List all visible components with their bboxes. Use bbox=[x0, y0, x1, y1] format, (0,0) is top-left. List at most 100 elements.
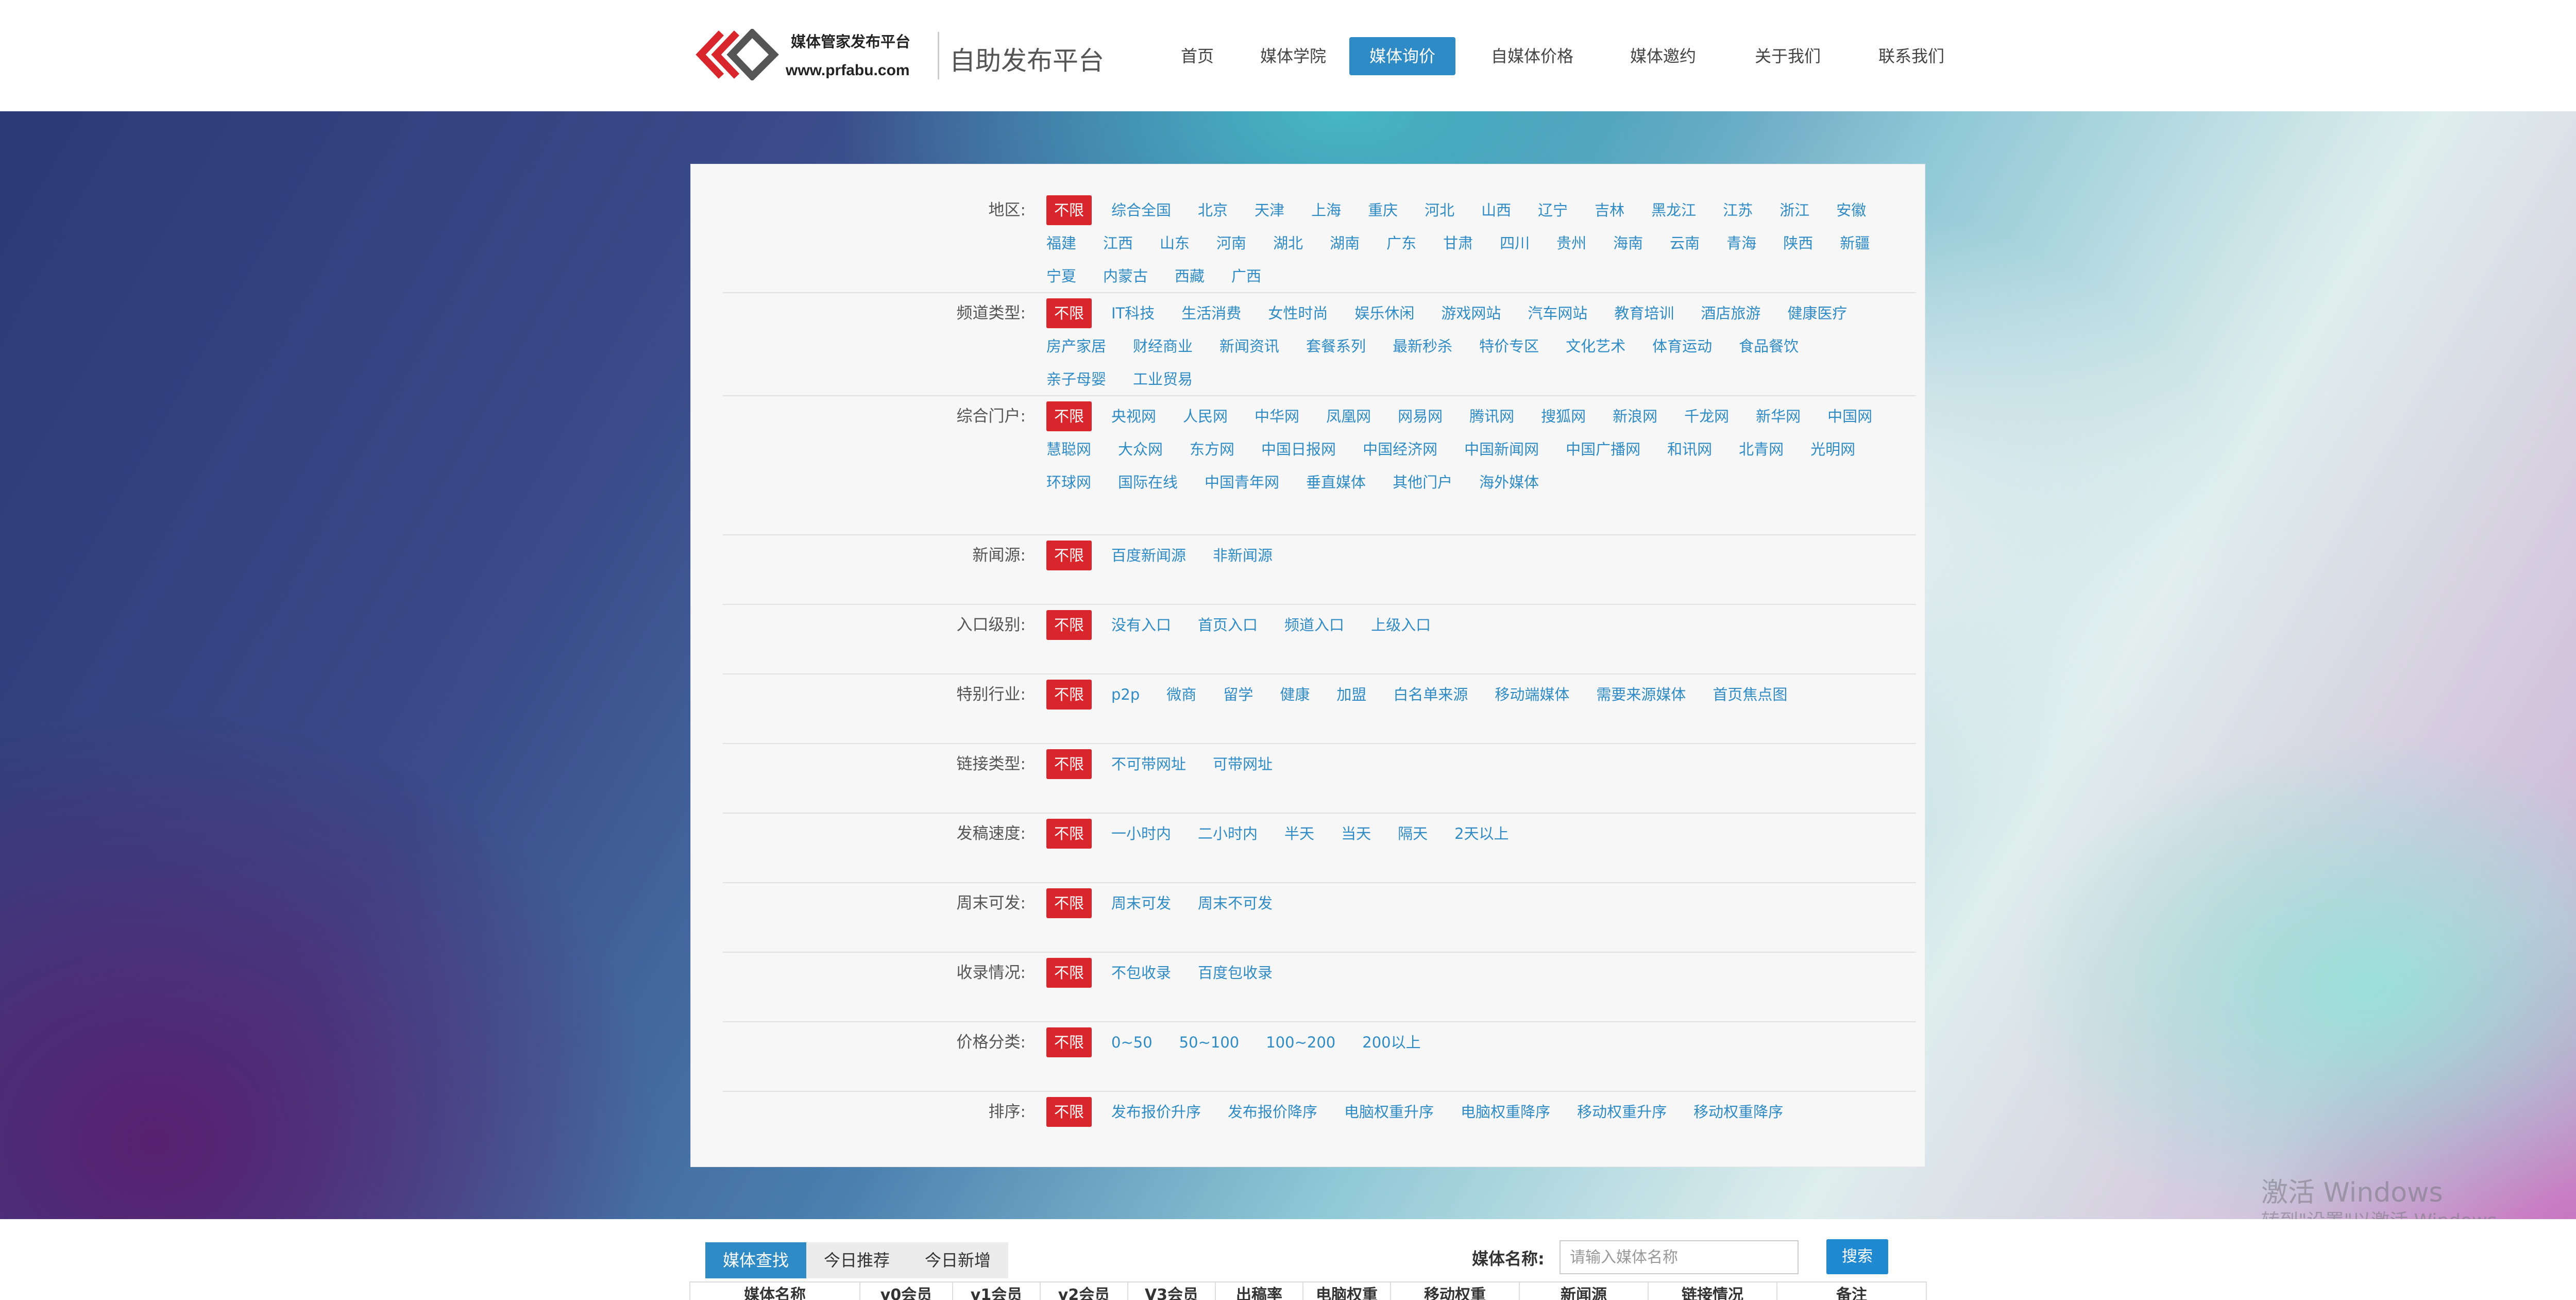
filter-option[interactable]: 四川 bbox=[1500, 227, 1530, 260]
filter-option[interactable]: 上海 bbox=[1311, 194, 1341, 227]
filter-option[interactable]: 中国新闻网 bbox=[1464, 433, 1539, 466]
filter-option[interactable]: 首页入口 bbox=[1198, 609, 1258, 641]
filter-option[interactable]: 游戏网站 bbox=[1441, 297, 1501, 330]
filter-option[interactable]: 垂直媒体 bbox=[1306, 466, 1366, 499]
filter-option-selected[interactable]: 不限 bbox=[1046, 541, 1092, 570]
filter-option[interactable]: 国际在线 bbox=[1118, 466, 1178, 499]
filter-option[interactable]: 北青网 bbox=[1739, 433, 1784, 466]
filter-option[interactable]: 百度包收录 bbox=[1198, 956, 1273, 989]
filter-option[interactable]: 当天 bbox=[1341, 817, 1371, 850]
search-button[interactable]: 搜索 bbox=[1826, 1239, 1888, 1274]
filter-option[interactable]: 工业贸易 bbox=[1133, 363, 1193, 396]
filter-option[interactable]: 东方网 bbox=[1190, 433, 1234, 466]
filter-option[interactable]: 200以上 bbox=[1362, 1026, 1420, 1059]
filter-option-selected[interactable]: 不限 bbox=[1046, 958, 1092, 988]
filter-option[interactable]: 不包收录 bbox=[1111, 956, 1171, 989]
filter-option[interactable]: 湖北 bbox=[1273, 227, 1303, 260]
filter-option[interactable]: 环球网 bbox=[1046, 466, 1091, 499]
filter-option[interactable]: p2p bbox=[1111, 678, 1140, 711]
filter-option[interactable]: 重庆 bbox=[1368, 194, 1398, 227]
filter-option[interactable]: 青海 bbox=[1726, 227, 1756, 260]
filter-option[interactable]: 女性时尚 bbox=[1268, 297, 1328, 330]
filter-option[interactable]: 50~100 bbox=[1179, 1026, 1240, 1059]
filter-option[interactable]: 人民网 bbox=[1183, 400, 1228, 433]
filter-option[interactable]: 移动权重升序 bbox=[1577, 1095, 1667, 1128]
logo-icon[interactable] bbox=[690, 29, 779, 80]
filter-option-selected[interactable]: 不限 bbox=[1046, 401, 1092, 431]
filter-option[interactable]: 光明网 bbox=[1810, 433, 1855, 466]
filter-option[interactable]: 贵州 bbox=[1556, 227, 1586, 260]
filter-option[interactable]: 文化艺术 bbox=[1566, 330, 1625, 363]
filter-option-selected[interactable]: 不限 bbox=[1046, 888, 1092, 918]
filter-option[interactable]: 山东 bbox=[1160, 227, 1190, 260]
nav-item-2[interactable]: 媒体询价 bbox=[1349, 37, 1455, 75]
filter-option[interactable]: 微商 bbox=[1166, 678, 1196, 711]
filter-option[interactable]: 慧聪网 bbox=[1046, 433, 1091, 466]
filter-option[interactable]: 0~50 bbox=[1111, 1026, 1153, 1059]
filter-option[interactable]: 健康 bbox=[1280, 678, 1310, 711]
filter-option[interactable]: 非新闻源 bbox=[1213, 539, 1273, 572]
filter-option[interactable]: 中国经济网 bbox=[1363, 433, 1437, 466]
filter-option[interactable]: 可带网址 bbox=[1213, 748, 1273, 781]
filter-option[interactable]: 2天以上 bbox=[1454, 817, 1509, 850]
filter-option[interactable]: 江西 bbox=[1103, 227, 1133, 260]
filter-option[interactable]: 内蒙古 bbox=[1103, 260, 1148, 293]
filter-option[interactable]: 江苏 bbox=[1723, 194, 1753, 227]
filter-option[interactable]: 套餐系列 bbox=[1306, 330, 1366, 363]
filter-option[interactable]: 教育培训 bbox=[1614, 297, 1674, 330]
filter-option-selected[interactable]: 不限 bbox=[1046, 680, 1092, 710]
media-name-input[interactable] bbox=[1560, 1240, 1799, 1274]
filter-option[interactable]: 搜狐网 bbox=[1541, 400, 1586, 433]
filter-option[interactable]: 黑龙江 bbox=[1651, 194, 1696, 227]
filter-option[interactable]: 湖南 bbox=[1330, 227, 1360, 260]
filter-option[interactable]: 中华网 bbox=[1255, 400, 1299, 433]
filter-option[interactable]: 中国广播网 bbox=[1566, 433, 1640, 466]
filter-option[interactable]: 周末可发 bbox=[1111, 887, 1171, 920]
filter-option-selected[interactable]: 不限 bbox=[1046, 610, 1092, 640]
filter-option[interactable]: 周末不可发 bbox=[1198, 887, 1273, 920]
filter-option[interactable]: 辽宁 bbox=[1538, 194, 1568, 227]
filter-option[interactable]: 100~200 bbox=[1266, 1026, 1335, 1059]
filter-option[interactable]: 天津 bbox=[1255, 194, 1284, 227]
filter-option[interactable]: 大众网 bbox=[1118, 433, 1163, 466]
filter-option[interactable]: 央视网 bbox=[1111, 400, 1156, 433]
filter-option[interactable]: 综合全国 bbox=[1111, 194, 1171, 227]
filter-option[interactable]: 需要来源媒体 bbox=[1596, 678, 1686, 711]
filter-option-selected[interactable]: 不限 bbox=[1046, 819, 1092, 849]
filter-option[interactable]: 百度新闻源 bbox=[1111, 539, 1186, 572]
filter-option[interactable]: 酒店旅游 bbox=[1701, 297, 1760, 330]
filter-option[interactable]: 新疆 bbox=[1840, 227, 1870, 260]
filter-option[interactable]: 中国网 bbox=[1827, 400, 1872, 433]
filter-option[interactable]: 亲子母婴 bbox=[1046, 363, 1106, 396]
filter-option[interactable]: 广东 bbox=[1386, 227, 1416, 260]
filter-option[interactable]: 食品餐饮 bbox=[1739, 330, 1799, 363]
filter-option[interactable]: 云南 bbox=[1670, 227, 1700, 260]
filter-option-selected[interactable]: 不限 bbox=[1046, 298, 1092, 328]
nav-item-1[interactable]: 媒体学院 bbox=[1245, 37, 1341, 75]
filter-option[interactable]: 留学 bbox=[1223, 678, 1253, 711]
filter-option[interactable]: 移动权重降序 bbox=[1693, 1095, 1783, 1128]
filter-option[interactable]: 发布报价升序 bbox=[1111, 1095, 1201, 1128]
filter-option[interactable]: 隔天 bbox=[1398, 817, 1428, 850]
filter-option[interactable]: 河北 bbox=[1425, 194, 1454, 227]
filter-option[interactable]: 千龙网 bbox=[1684, 400, 1729, 433]
filter-option[interactable]: 甘肃 bbox=[1443, 227, 1473, 260]
filter-option[interactable]: 凤凰网 bbox=[1326, 400, 1371, 433]
filter-option[interactable]: 西藏 bbox=[1175, 260, 1205, 293]
filter-option[interactable]: 一小时内 bbox=[1111, 817, 1171, 850]
filter-option[interactable]: 中国日报网 bbox=[1261, 433, 1336, 466]
nav-item-6[interactable]: 联系我们 bbox=[1858, 37, 1964, 75]
filter-option[interactable]: 加盟 bbox=[1336, 678, 1366, 711]
filter-option[interactable]: 生活消费 bbox=[1181, 297, 1241, 330]
filter-option[interactable]: 新闻资讯 bbox=[1219, 330, 1279, 363]
search-tab-2[interactable]: 今日新增 bbox=[907, 1242, 1009, 1278]
filter-option[interactable]: 中国青年网 bbox=[1205, 466, 1279, 499]
filter-option-selected[interactable]: 不限 bbox=[1046, 749, 1092, 779]
nav-item-4[interactable]: 媒体邀约 bbox=[1609, 37, 1717, 75]
search-tab-0[interactable]: 媒体查找 bbox=[705, 1242, 807, 1278]
filter-option[interactable]: 最新秒杀 bbox=[1393, 330, 1452, 363]
filter-option[interactable]: 海外媒体 bbox=[1479, 466, 1539, 499]
filter-option[interactable]: 海南 bbox=[1613, 227, 1643, 260]
filter-option[interactable]: 北京 bbox=[1198, 194, 1228, 227]
filter-option-selected[interactable]: 不限 bbox=[1046, 195, 1092, 225]
